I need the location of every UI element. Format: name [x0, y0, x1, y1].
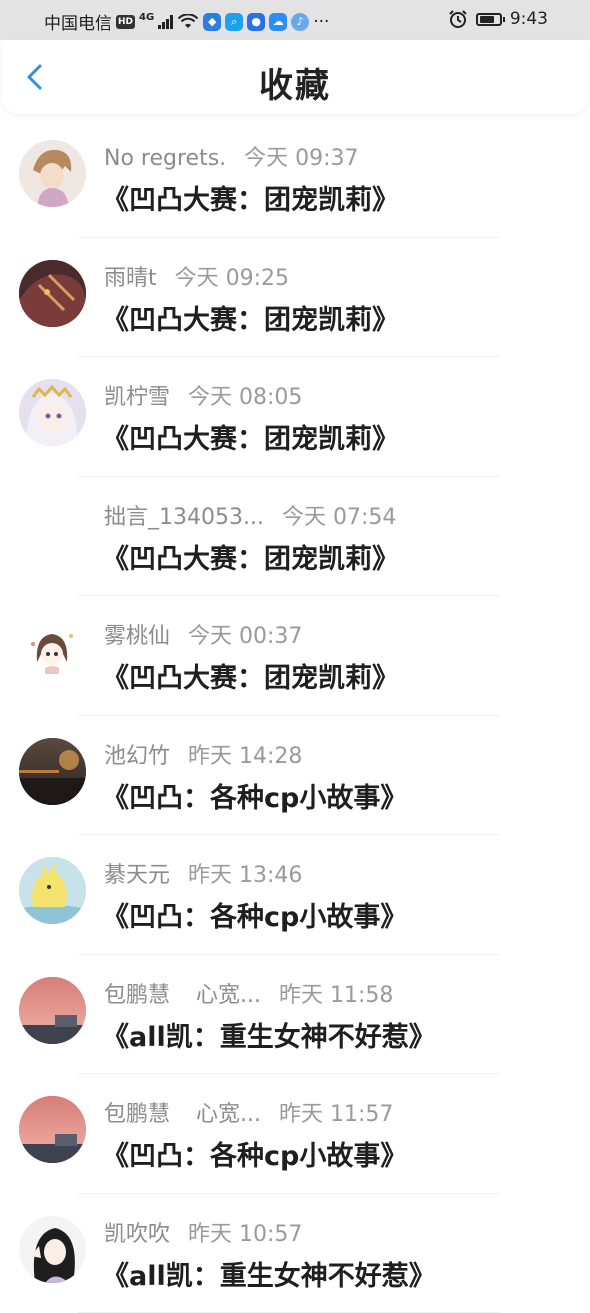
sender-name: 池幻竹: [104, 738, 170, 770]
item-meta: No regrets. 今天 09:37: [104, 140, 359, 172]
timestamp: 今天 07:54: [282, 499, 396, 531]
avatar[interactable]: [19, 1096, 86, 1163]
sender-name: 綦天元: [104, 857, 170, 889]
more-dots: ···: [313, 12, 329, 32]
timestamp: 今天 00:37: [188, 618, 302, 650]
list-item[interactable]: 包鹏慧心宽... 昨天 11:57 《凹凸：各种cp小故事》: [0, 1074, 590, 1194]
sender-name: 包鹏慧: [104, 1096, 170, 1128]
sender-name: 包鹏慧: [104, 977, 170, 1009]
status-right: 9:43: [448, 9, 548, 29]
wifi-icon: [177, 14, 199, 30]
hd-badge: HD: [116, 15, 135, 29]
timestamp: 昨天 10:57: [188, 1216, 302, 1248]
status-left: 中国电信 HD 4G ◆ ⌕ ● ☁ ♪ ···: [44, 9, 329, 34]
list-item[interactable]: 凯吹吹昨天 10:57 《all凯：重生女神不好惹》: [0, 1194, 590, 1313]
timestamp: 今天 09:25: [175, 260, 289, 292]
item-meta: 雨晴t 今天 09:25: [104, 260, 289, 292]
timestamp: 昨天 11:58: [279, 977, 393, 1009]
book-title[interactable]: 《all凯：重生女神不好惹》: [102, 1254, 436, 1293]
avatar[interactable]: [19, 260, 86, 327]
book-title[interactable]: 《凹凸大赛：团宠凯莉》: [102, 298, 399, 337]
book-title[interactable]: 《凹凸大赛：团宠凯莉》: [102, 656, 399, 695]
item-meta: 凯柠雪今天 08:05: [104, 379, 302, 411]
book-title[interactable]: 《凹凸：各种cp小故事》: [102, 776, 407, 815]
book-title[interactable]: 《凹凸大赛：团宠凯莉》: [102, 417, 399, 456]
sender-remark: 心宽...: [196, 1096, 261, 1128]
timestamp: 今天 09:37: [244, 140, 358, 172]
item-meta: 雾桃仙今天 00:37: [104, 618, 302, 650]
list-item[interactable]: 池幻竹昨天 14:28 《凹凸：各种cp小故事》: [0, 716, 590, 836]
avatar[interactable]: [19, 140, 86, 207]
list-item[interactable]: 雾桃仙今天 00:37 《凹凸大赛：团宠凯莉》: [0, 596, 590, 716]
favorites-list: No regrets.今天 09:37《凹凸大赛：团宠凯莉》雨晴t今天 09:2…: [0, 118, 590, 1313]
list-item[interactable]: 綦天元昨天 13:46 《凹凸：各种cp小故事》: [0, 835, 590, 955]
timestamp: 昨天 13:46: [188, 857, 302, 889]
item-meta: 綦天元昨天 13:46: [104, 857, 302, 889]
alarm-icon: [448, 9, 468, 29]
list-item[interactable]: No regrets. 今天 09:37 《凹凸大赛：团宠凯莉》: [0, 118, 590, 238]
item-meta: 池幻竹昨天 14:28: [104, 738, 302, 770]
network-label: 4G: [139, 12, 154, 23]
search-app-icon: ⌕: [225, 13, 243, 31]
book-title[interactable]: 《凹凸：各种cp小故事》: [102, 895, 407, 934]
app-notification-icon: ◆: [203, 13, 221, 31]
avatar[interactable]: [19, 618, 86, 685]
sender-name: 凯柠雪: [104, 379, 170, 411]
header-bar: 收藏: [2, 40, 588, 114]
item-meta: 包鹏慧心宽... 昨天 11:57: [104, 1096, 393, 1128]
carrier-label: 中国电信: [44, 9, 112, 34]
book-title[interactable]: 《凹凸大赛：团宠凯莉》: [102, 537, 399, 576]
avatar[interactable]: [19, 738, 86, 805]
item-meta: 包鹏慧心宽... 昨天 11:58: [104, 977, 393, 1009]
bulb-app-icon: ●: [247, 13, 265, 31]
avatar[interactable]: [19, 857, 86, 924]
sender-name: 雨晴t: [104, 260, 157, 292]
book-title[interactable]: 《凹凸：各种cp小故事》: [102, 1134, 407, 1173]
page-title: 收藏: [2, 58, 588, 107]
list-item[interactable]: 凯柠雪今天 08:05 《凹凸大赛：团宠凯莉》: [0, 357, 590, 477]
avatar[interactable]: [19, 379, 86, 446]
book-title[interactable]: 《all凯：重生女神不好惹》: [102, 1015, 436, 1054]
timestamp: 昨天 11:57: [279, 1096, 393, 1128]
signal-icon: [158, 15, 173, 29]
music-app-icon: ♪: [291, 13, 309, 31]
sender-name: 雾桃仙: [104, 618, 170, 650]
item-meta: 拙言_134053... 今天 07:54: [104, 499, 396, 531]
sender-name: 拙言_134053...: [104, 499, 264, 531]
sender-name: No regrets.: [104, 146, 226, 171]
cloud-app-icon: ☁: [269, 13, 287, 31]
sender-remark: 心宽...: [196, 977, 261, 1009]
clock-label: 9:43: [510, 9, 548, 29]
list-item[interactable]: 雨晴t 今天 09:25 《凹凸大赛：团宠凯莉》: [0, 238, 590, 358]
battery-icon: [476, 13, 502, 26]
timestamp: 今天 08:05: [188, 379, 302, 411]
item-meta: 凯吹吹昨天 10:57: [104, 1216, 302, 1248]
avatar[interactable]: [19, 1216, 86, 1283]
avatar[interactable]: [19, 977, 86, 1044]
list-item[interactable]: 拙言_134053... 今天 07:54 《凹凸大赛：团宠凯莉》: [0, 477, 590, 597]
list-item[interactable]: 包鹏慧心宽... 昨天 11:58 《all凯：重生女神不好惹》: [0, 955, 590, 1075]
status-bar: 中国电信 HD 4G ◆ ⌕ ● ☁ ♪ ··· 9:43: [0, 0, 590, 40]
sender-name: 凯吹吹: [104, 1216, 170, 1248]
book-title[interactable]: 《凹凸大赛：团宠凯莉》: [102, 178, 399, 217]
timestamp: 昨天 14:28: [188, 738, 302, 770]
